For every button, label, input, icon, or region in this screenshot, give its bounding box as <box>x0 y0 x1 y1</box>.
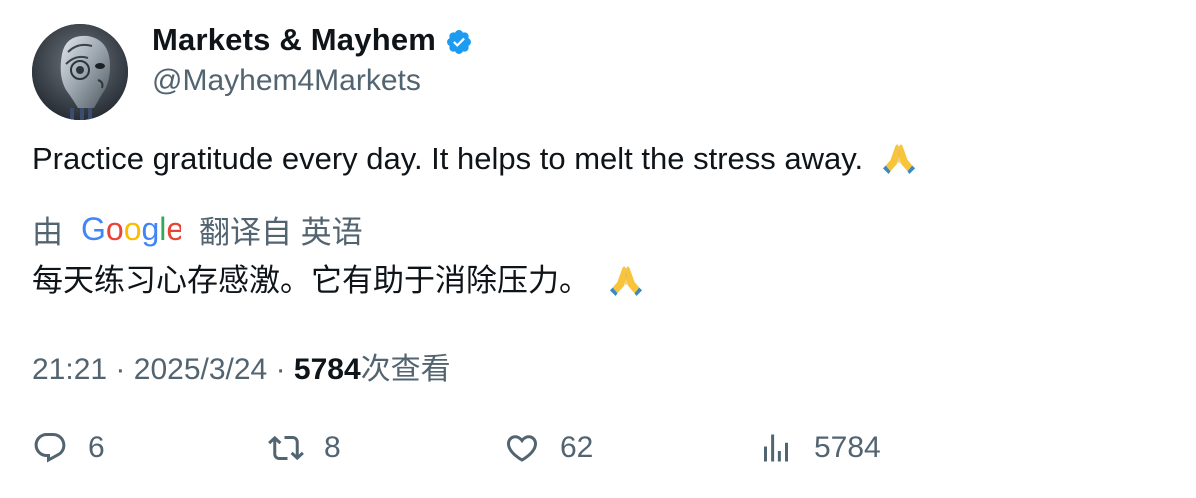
views-count-action: 5784 <box>814 431 881 464</box>
author-name-row: Markets & Mayhem <box>152 22 473 58</box>
google-logo-icon: Google <box>81 211 181 247</box>
retweet-count: 8 <box>324 431 341 464</box>
translated-from-label[interactable]: 翻译自 英语 <box>199 207 363 252</box>
translated-text-content: 每天练习心存感激。它有助于消除压力。 <box>32 263 590 298</box>
tweet-date[interactable]: 2025/3/24 <box>134 353 267 386</box>
retweet-button[interactable]: 8 <box>268 430 341 466</box>
folded-hands-emoji <box>882 144 915 175</box>
robot-head-avatar <box>32 24 128 120</box>
action-bar: 6 8 62 5784 <box>32 430 1164 478</box>
tweet-meta: 21:21 · 2025/3/24 · 5784次查看 <box>32 344 451 388</box>
folded-hands-emoji <box>609 266 642 297</box>
tweet-text: Practice gratitude every day. It helps t… <box>32 141 916 177</box>
views-button[interactable]: 5784 <box>758 430 881 466</box>
translation-by-label: 由 <box>32 215 63 250</box>
views-count: 5784 <box>293 353 361 386</box>
tweet-time[interactable]: 21:21 <box>32 353 107 386</box>
avatar[interactable] <box>32 24 128 120</box>
translated-tweet-text: 每天练习心存感激。它有助于消除压力。 <box>32 255 643 300</box>
author-display-name[interactable]: Markets & Mayhem <box>152 22 436 58</box>
meta-separator: · <box>115 353 126 386</box>
verified-badge-icon <box>447 30 472 54</box>
views-chart-icon <box>764 434 788 462</box>
translation-attribution: 由 Google 翻译自 英语 <box>32 207 363 252</box>
reply-count: 6 <box>88 431 105 464</box>
like-count: 62 <box>560 431 594 464</box>
like-button[interactable]: 62 <box>504 430 593 466</box>
svg-text:Google: Google <box>81 211 181 247</box>
heart-icon <box>506 435 538 462</box>
reply-button[interactable]: 6 <box>32 430 105 466</box>
meta-separator: · <box>275 353 286 386</box>
retweet-icon <box>268 435 304 461</box>
tweet-text-content: Practice gratitude every day. It helps t… <box>32 141 864 176</box>
views-label: 次查看 <box>360 353 451 386</box>
reply-icon <box>34 433 66 463</box>
author-handle[interactable]: @Mayhem4Markets <box>152 64 421 98</box>
